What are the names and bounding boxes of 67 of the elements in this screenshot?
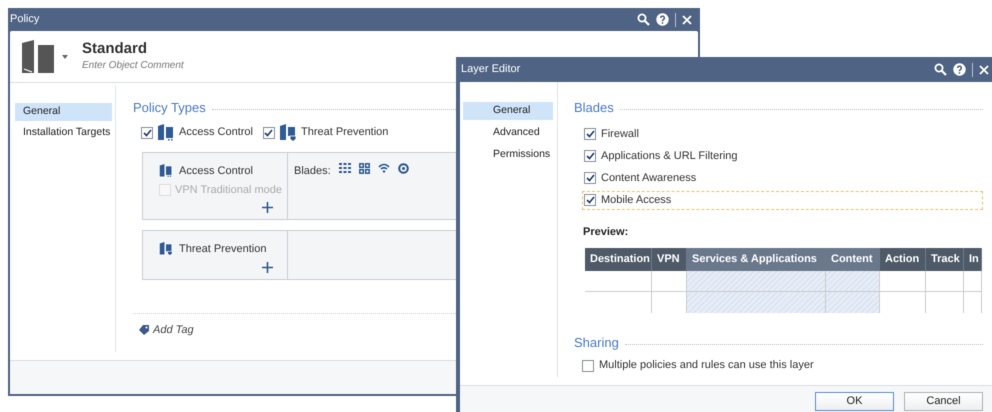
search-icon[interactable] [934,63,947,76]
nav-item[interactable]: General [463,102,553,120]
table-cell [880,271,926,292]
nav-item[interactable]: Installation Targets [15,124,112,142]
apps-icon [358,162,370,174]
comment-field[interactable]: Enter Object Comment [82,58,184,73]
table-cell [926,271,964,292]
checkbox[interactable] [141,126,153,138]
column-header: VPN [652,248,687,271]
add-icon[interactable] [262,202,273,212]
policy-name[interactable]: Standard [82,40,184,58]
wifi-icon [378,163,390,173]
checkbox-label: Content Awareness [601,170,696,186]
policy-book-icon [159,164,173,178]
preview-label: Preview: [582,224,630,240]
policy-shield-icon [278,124,297,142]
section-heading: Sharing [574,334,619,352]
checkbox-label: Firewall [601,126,639,142]
tag-icon [139,324,149,335]
dialog-button[interactable]: OK [815,392,894,411]
checkbox-label: Mobile Access [601,192,672,208]
target-icon [398,162,409,174]
column-header: Content [826,248,880,271]
table-cell [826,271,880,292]
help-icon[interactable] [656,13,669,26]
column-header: In [964,248,982,271]
help-icon[interactable] [953,63,966,76]
table-cell [585,271,652,292]
table-cell [964,271,982,292]
checkbox-label: Applications & URL Filtering [601,148,738,164]
search-icon[interactable] [637,13,650,26]
table-cell [826,292,880,313]
blades-label: Blades: [294,164,331,178]
checkbox-label: Multiple policies and rules can use this layer [599,358,814,374]
section-heading: Blades [574,99,614,117]
column-header: Track [926,248,964,271]
column-header: Destination [585,248,652,271]
close-icon[interactable] [979,64,989,74]
dialog-button[interactable]: Cancel [904,392,983,411]
checkbox-label: VPN Traditional mode [175,183,282,198]
checkbox[interactable] [584,194,596,206]
window-title: Policy [10,12,40,28]
nav-item[interactable]: Permissions [463,146,553,164]
card-title: Threat Prevention [179,242,266,256]
policy-book-icon [157,124,175,142]
column-header: Services & Applications [687,248,826,271]
window-title: Layer Editor [461,62,520,78]
checkbox[interactable] [262,126,275,138]
checkbox[interactable] [584,172,596,184]
checkbox-label: Threat Prevention [300,125,388,140]
nav-item[interactable]: Advanced [463,124,553,142]
checkbox[interactable] [584,150,596,162]
section-heading: Policy Types [133,99,206,117]
nav-item[interactable]: General [15,103,112,121]
column-header: Action [880,248,926,271]
close-icon[interactable] [682,14,692,24]
policy-shield-icon [159,242,173,256]
book-icon [20,38,56,74]
checkbox[interactable] [582,360,594,372]
checkbox-label: Access Control [179,125,253,140]
table-cell [652,271,687,292]
grid-icon [338,163,351,173]
card-title: Access Control [179,164,253,178]
checkbox[interactable] [584,128,596,140]
add-icon[interactable] [262,262,273,272]
add-tag-link[interactable]: Add Tag [153,322,194,338]
dropdown-caret-icon[interactable] [62,54,68,58]
